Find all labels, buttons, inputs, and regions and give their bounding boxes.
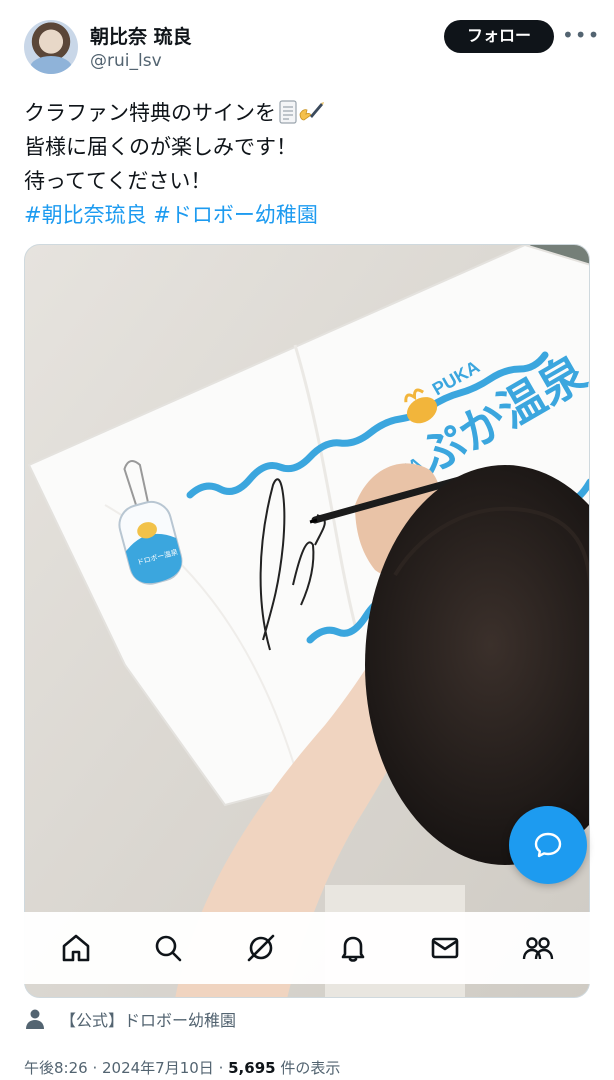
nav-grok[interactable] — [236, 923, 286, 973]
grok-icon — [247, 934, 275, 962]
document-emoji-icon — [279, 100, 297, 124]
follow-button[interactable]: フォロー — [444, 20, 554, 53]
tweet-text: クラファン特典のサインを 皆様に届くのが楽しみです！ 待っててください！ #朝比… — [24, 96, 594, 232]
tagged-account-label: 【公式】ドロボー幼稚園 — [60, 1011, 237, 1030]
photo-illustration: PIKA PUKA ぷか温泉 ドロボー温泉 — [25, 245, 589, 997]
meta-separator: · — [213, 1059, 229, 1077]
nav-search[interactable] — [143, 923, 193, 973]
home-icon — [62, 934, 90, 962]
tweet-line-3: 待っててください！ — [24, 169, 212, 193]
tweet-photo[interactable]: PIKA PUKA ぷか温泉 ドロボー温泉 — [24, 244, 590, 998]
search-icon — [156, 935, 182, 962]
person-icon — [26, 1009, 44, 1029]
hashtag-link[interactable]: #ドロボー幼稚園 — [153, 203, 318, 227]
chat-bubble-icon — [534, 832, 562, 858]
hashtag-link[interactable]: #朝比奈琉良 — [24, 203, 147, 227]
views-label: 件の表示 — [275, 1059, 341, 1077]
nav-home[interactable] — [51, 923, 101, 973]
meta-separator: · — [87, 1059, 102, 1077]
notifications-icon — [341, 936, 365, 962]
nav-communities[interactable] — [513, 923, 563, 973]
nav-notifications[interactable] — [328, 923, 378, 973]
tweet-hashtags: #朝比奈琉良 #ドロボー幼稚園 — [24, 198, 594, 232]
bottom-navigation — [24, 912, 590, 984]
views-count: 5,695 — [228, 1059, 276, 1077]
author-avatar[interactable] — [24, 20, 78, 74]
tweet-meta: 午後8:26 · 2024年7月10日 · 5,695 件の表示 — [24, 1057, 340, 1078]
author-handle[interactable]: @rui_lsv — [90, 51, 162, 71]
tweet-line-1-text: クラファン特典のサインを — [24, 101, 276, 125]
communities-icon — [522, 937, 553, 960]
author-display-name[interactable]: 朝比奈 琉良 — [90, 22, 192, 49]
tweet-date[interactable]: 2024年7月10日 — [102, 1059, 214, 1077]
compose-button[interactable] — [509, 806, 587, 884]
more-options-icon[interactable]: ••• — [562, 20, 599, 53]
tweet-line-1: クラファン特典のサインを — [24, 96, 594, 130]
nav-messages[interactable] — [420, 923, 470, 973]
avatar-shirt — [30, 56, 72, 74]
tweet-header: 朝比奈 琉良 @rui_lsv フォロー ••• — [0, 0, 614, 90]
writing-hand-emoji-icon — [299, 102, 324, 121]
tweet-time[interactable]: 午後8:26 — [24, 1059, 88, 1077]
tagged-account[interactable]: 【公式】ドロボー幼稚園 — [24, 1006, 236, 1032]
messages-icon — [432, 937, 459, 959]
tweet-line-2: 皆様に届くのが楽しみです！ — [24, 135, 297, 159]
